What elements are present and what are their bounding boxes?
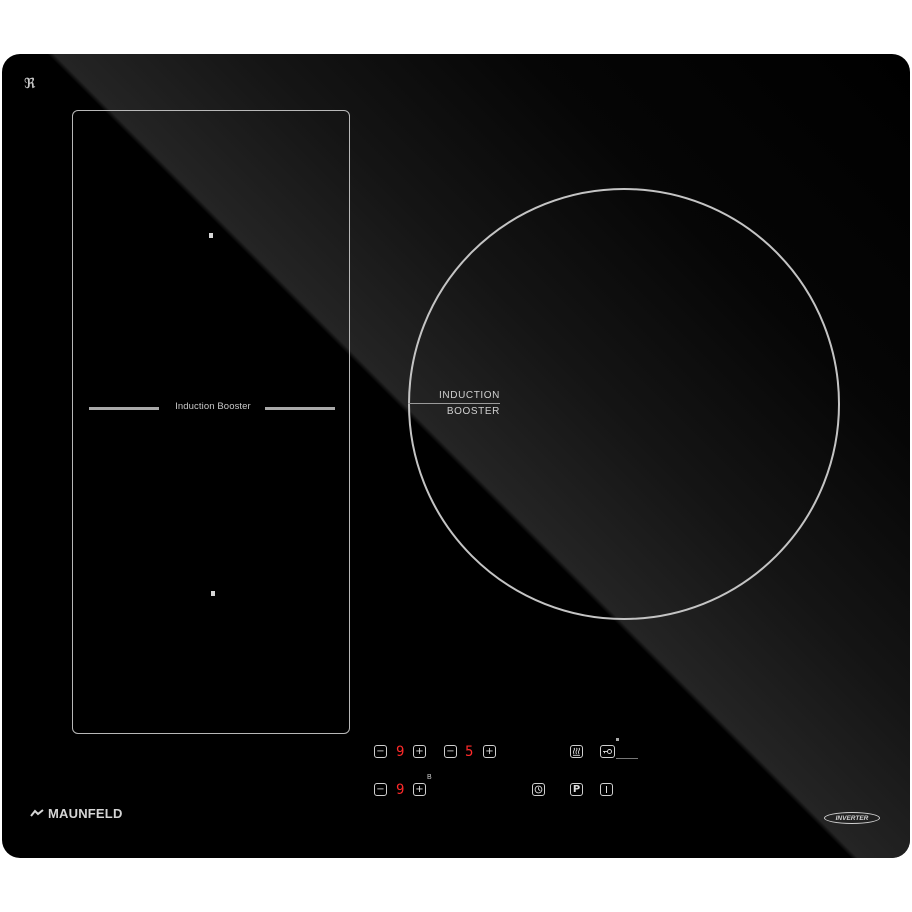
right-zone-minus-button[interactable]: − [444,745,457,758]
pause-icon: P [572,784,581,795]
flex-cooking-zone[interactable]: Induction Booster [72,110,350,734]
rear-left-power-level: 9 [396,782,405,798]
rear-left-minus-button[interactable]: − [374,783,387,796]
cooktop-glass: ℜ Induction Booster INDUCTION BOOSTER − … [2,54,910,858]
timer-icon [534,785,543,794]
lock-icon [603,749,612,754]
child-lock-symbol-icon: ℜ [24,76,36,92]
maunfeld-logo-icon [30,809,44,817]
lock-button[interactable] [600,745,615,758]
power-icon [606,786,607,793]
brand-logo: MAUNFELD [30,806,123,821]
timer-button[interactable] [532,783,545,796]
zone-divider-left [89,407,159,410]
round-zone-booster-label: INDUCTION BOOSTER [408,390,500,417]
keep-warm-icon [573,747,580,756]
booster-indicator: B [427,774,432,781]
right-zone-plus-button[interactable]: + [483,745,496,758]
front-left-plus-button[interactable]: + [413,745,426,758]
pause-button[interactable]: P [570,783,583,796]
keep-warm-button[interactable] [570,745,583,758]
induction-booster-label: Induction Booster [175,401,251,412]
lock-indicator-line [616,758,638,759]
lock-indicator-dot [616,738,619,741]
zone-center-mark-bottom [211,591,215,596]
zone-center-mark-top [209,233,213,238]
power-button[interactable] [600,783,613,796]
inverter-badge: INVERTER [824,812,880,824]
front-left-power-level: 9 [396,744,405,760]
rear-left-plus-button[interactable]: + [413,783,426,796]
zone-divider-right [265,407,335,410]
booster-label-line2: BOOSTER [446,406,500,417]
right-zone-power-level: 5 [465,744,474,760]
front-left-minus-button[interactable]: − [374,745,387,758]
booster-label-line1: INDUCTION [408,390,500,404]
brand-name: MAUNFELD [48,806,123,821]
